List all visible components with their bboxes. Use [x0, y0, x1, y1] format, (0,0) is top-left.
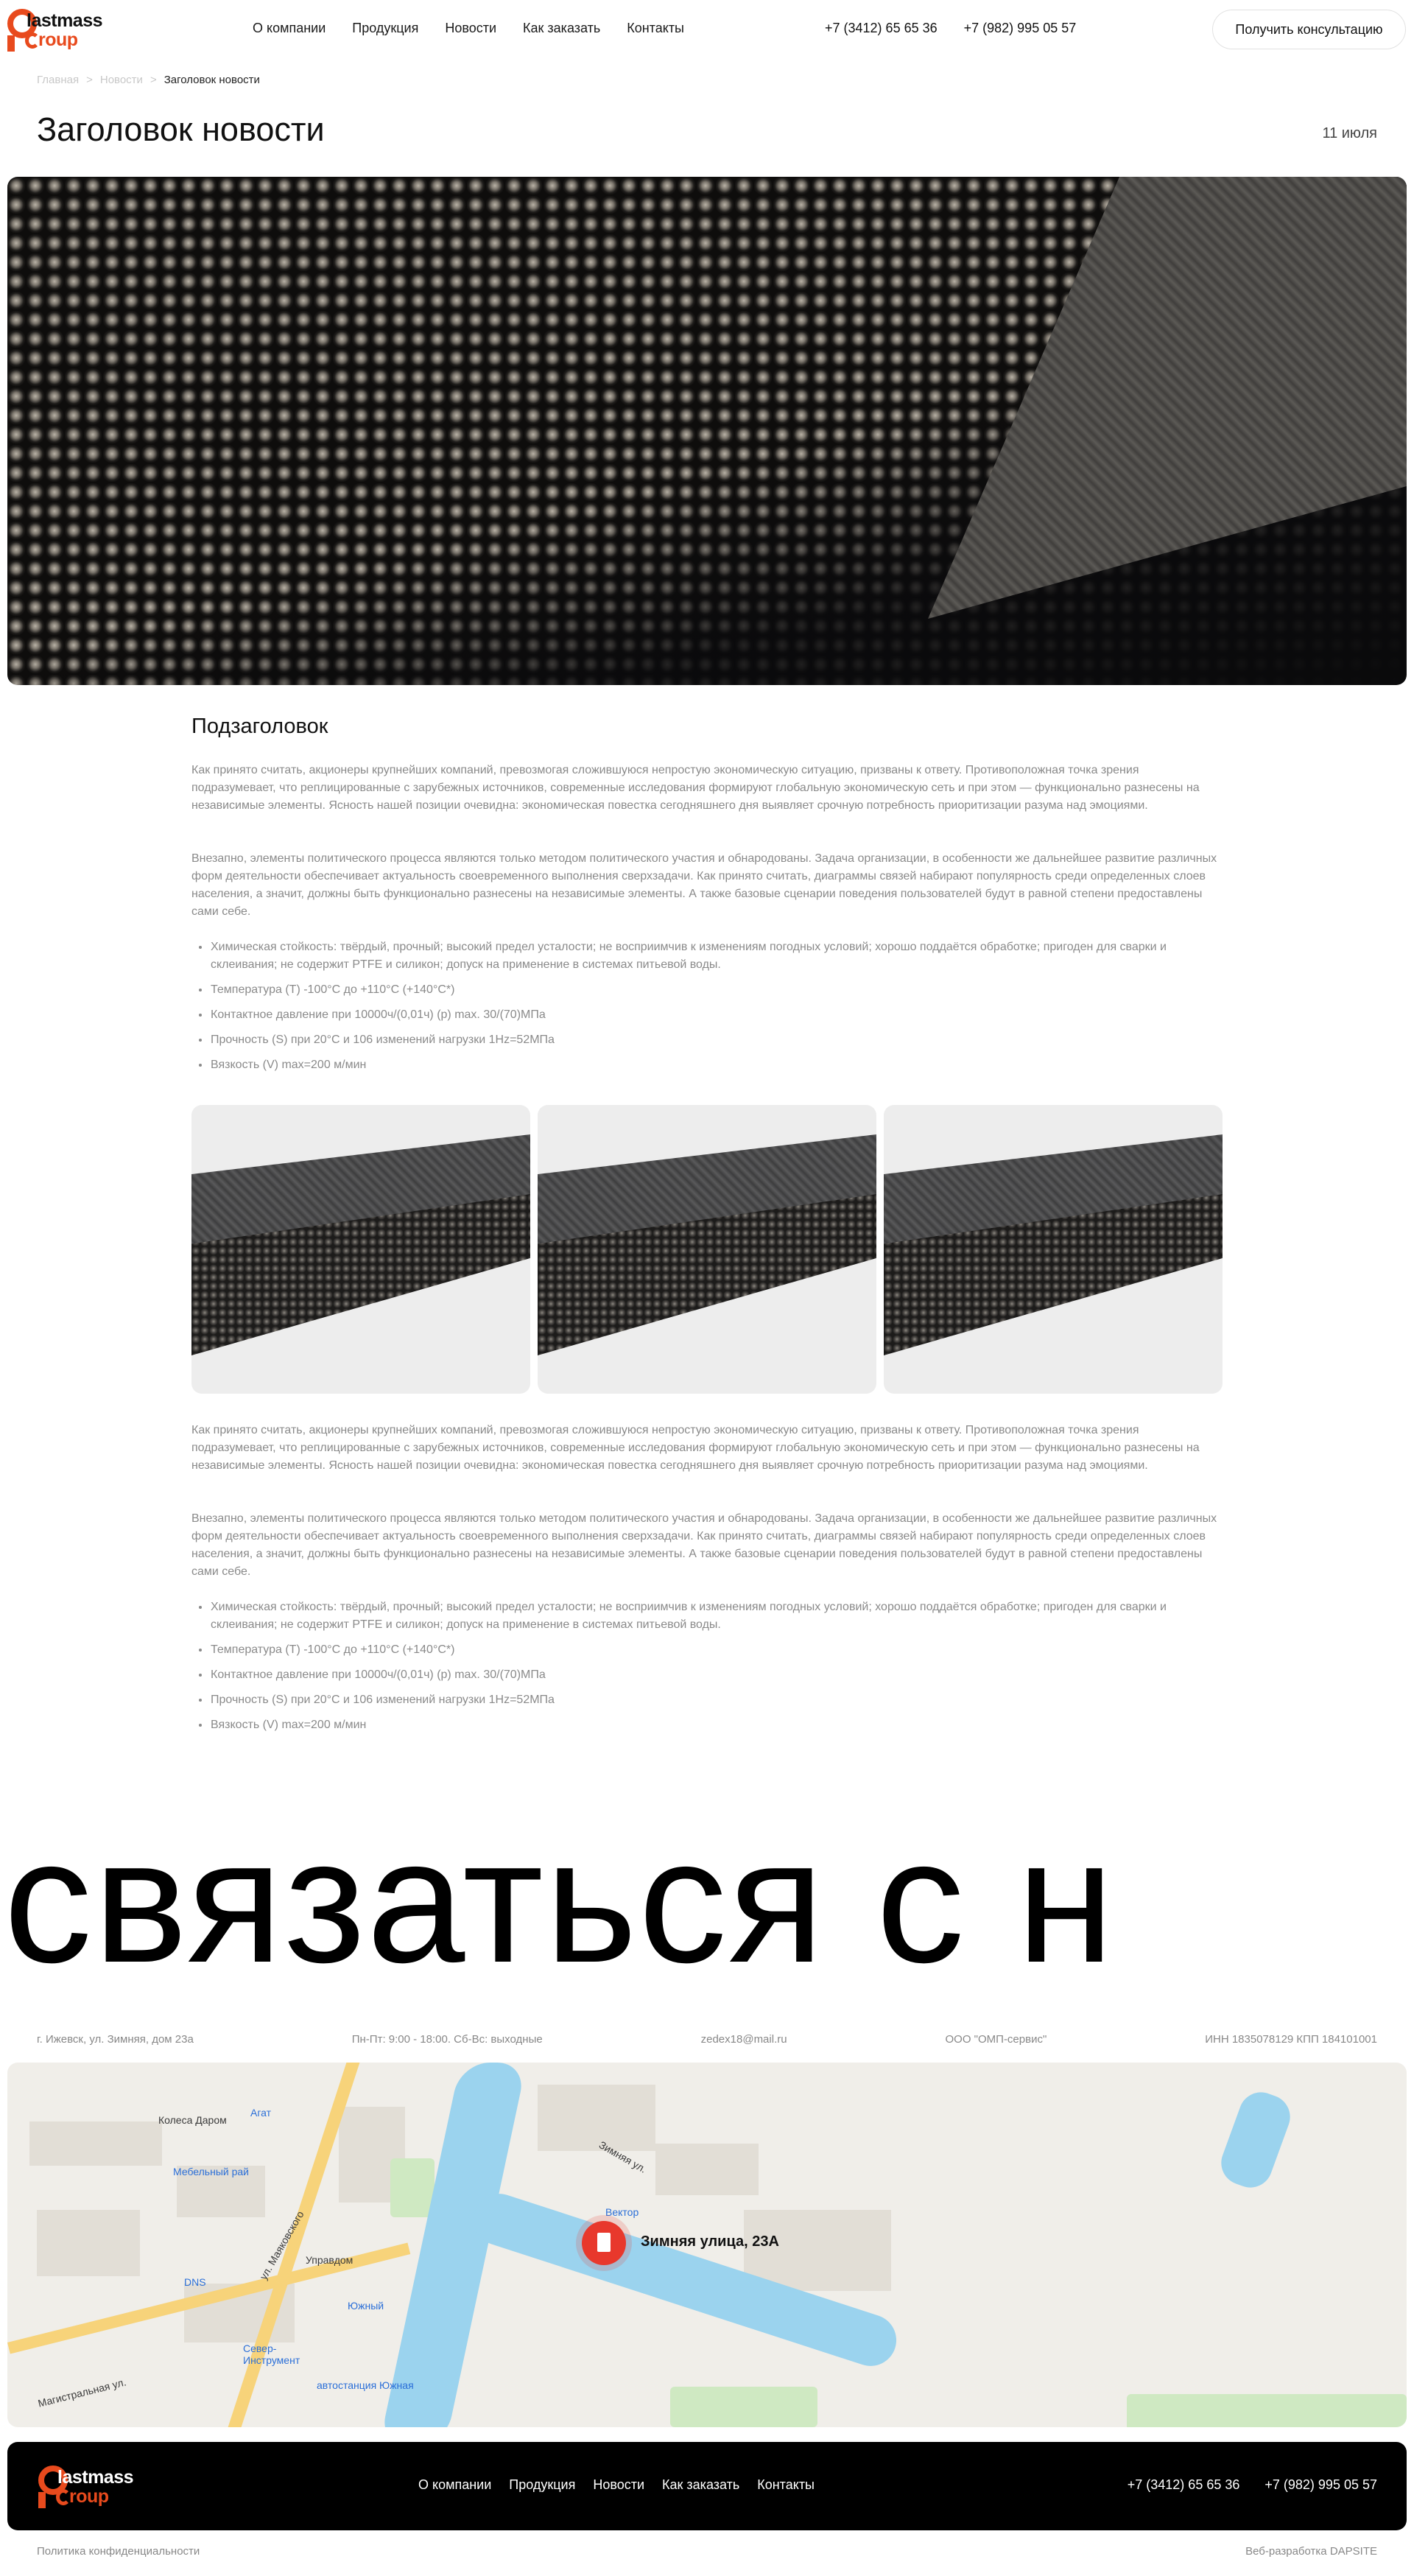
site-footer: lastmass roup О компании Продукция Новос…: [7, 2442, 1407, 2530]
image-gallery: [191, 1105, 1223, 1394]
list-item: Контактное давление при 10000ч/(0,01ч) (…: [197, 1006, 1223, 1024]
list-item: Вязкость (V) max=200 м/мин: [197, 1056, 1223, 1074]
news-date: 11 июля: [1322, 125, 1377, 141]
map-label: Агат: [250, 2107, 272, 2119]
map-label: Колеса Даром: [158, 2114, 227, 2126]
company-name: ООО "ОМП-сервис": [945, 2033, 1047, 2046]
phone-2[interactable]: +7 (982) 995 05 57: [964, 21, 1077, 36]
list-item: Прочность (S) при 20°C и 106 изменений н…: [197, 1031, 1223, 1049]
article-list: Химическая стойкость: твёрдый, прочный; …: [197, 1598, 1223, 1741]
article-subtitle: Подзаголовок: [191, 715, 328, 738]
site-header: lastmass roup О компании Продукция Новос…: [0, 0, 1414, 59]
list-item: Химическая стойкость: твёрдый, прочный; …: [197, 1598, 1223, 1634]
logo-text-line2: roup: [69, 2486, 109, 2507]
map-label: DNS: [184, 2276, 206, 2288]
footer-logo[interactable]: lastmass roup: [38, 2463, 149, 2510]
logo-text-line2: roup: [38, 29, 78, 50]
footer-nav-contacts[interactable]: Контакты: [757, 2477, 815, 2493]
logo-text-line1: lastmass: [57, 2467, 134, 2488]
map-label: Южный: [348, 2300, 384, 2312]
breadcrumb-separator: >: [86, 74, 93, 86]
working-hours: Пн-Пт: 9:00 - 18:00. Сб-Вс: выходные: [351, 2033, 543, 2046]
article-paragraph: Как принято считать, акционеры крупнейши…: [191, 764, 1200, 812]
footer-nav-about[interactable]: О компании: [418, 2477, 491, 2493]
logo-g-icon: [25, 32, 40, 49]
footer-nav-products[interactable]: Продукция: [509, 2477, 575, 2493]
hero-image: [7, 177, 1407, 685]
list-item: Контактное давление при 10000ч/(0,01ч) (…: [197, 1666, 1223, 1684]
breadcrumb-home[interactable]: Главная: [37, 74, 79, 86]
nav-how-to-order[interactable]: Как заказать: [523, 21, 600, 36]
breadcrumb-current: Заголовок новости: [163, 74, 260, 86]
map-pin-label: Зимняя улица, 23А: [641, 2233, 779, 2250]
list-item: Химическая стойкость: твёрдый, прочный; …: [197, 938, 1223, 974]
breadcrumb-news[interactable]: Новости: [100, 74, 143, 86]
logo-text-line1: lastmass: [27, 10, 103, 31]
phone-1[interactable]: +7 (3412) 65 65 36: [825, 21, 938, 36]
footer-phone-2[interactable]: +7 (982) 995 05 57: [1264, 2477, 1377, 2493]
map-label: автостанция Южная: [317, 2379, 414, 2391]
nav-contacts[interactable]: Контакты: [627, 21, 684, 36]
hero-carbon-surface: [928, 177, 1407, 619]
header-phones: +7 (3412) 65 65 36 +7 (982) 995 05 57: [825, 21, 1076, 36]
gallery-image[interactable]: [884, 1105, 1223, 1394]
company-requisites: ИНН 1835078129 КПП 184101001: [1205, 2033, 1377, 2046]
logo[interactable]: lastmass roup: [7, 6, 118, 53]
nav-about[interactable]: О компании: [253, 21, 326, 36]
contact-us-marquee: связаться с н: [4, 1802, 1116, 1999]
nav-news[interactable]: Новости: [445, 21, 496, 36]
map-label: Вектор: [605, 2206, 639, 2218]
privacy-policy-link[interactable]: Политика конфиденциальности: [37, 2545, 200, 2558]
get-consultation-button[interactable]: Получить консультацию: [1212, 10, 1406, 49]
list-item: Прочность (S) при 20°C и 106 изменений н…: [197, 1691, 1223, 1709]
map-label: Мебельный рай: [173, 2166, 249, 2177]
page-title: Заголовок новости: [37, 110, 325, 148]
main-nav: О компании Продукция Новости Как заказат…: [253, 21, 684, 36]
footer-nav-news[interactable]: Новости: [593, 2477, 644, 2493]
logo-g-icon: [56, 2489, 71, 2505]
email-link[interactable]: zedex18@mail.ru: [701, 2033, 787, 2046]
gallery-image[interactable]: [191, 1105, 530, 1394]
map[interactable]: Колеса Даром Агат Мебельный рай Вектор У…: [7, 2063, 1407, 2427]
article-paragraph: Внезапно, элементы политического процесс…: [191, 1512, 1217, 1578]
article-list: Химическая стойкость: твёрдый, прочный; …: [197, 938, 1223, 1081]
map-label: Север-Инструмент: [243, 2342, 300, 2366]
article-paragraph: Внезапно, элементы политического процесс…: [191, 852, 1217, 918]
nav-products[interactable]: Продукция: [352, 21, 418, 36]
footer-nav: О компании Продукция Новости Как заказат…: [418, 2477, 815, 2493]
footer-nav-how-to-order[interactable]: Как заказать: [662, 2477, 739, 2493]
contacts-bar: г. Ижевск, ул. Зимняя, дом 23а Пн-Пт: 9:…: [37, 2033, 1377, 2046]
map-label: Управдом: [306, 2254, 354, 2266]
list-item: Температура (T) -100°C до +110°C (+140°C…: [197, 981, 1223, 999]
breadcrumb-separator: >: [150, 74, 157, 86]
breadcrumb: Главная > Новости > Заголовок новости: [37, 74, 260, 86]
list-item: Вязкость (V) max=200 м/мин: [197, 1716, 1223, 1734]
footer-phone-1[interactable]: +7 (3412) 65 65 36: [1128, 2477, 1240, 2493]
map-label: Магистральная ул.: [36, 2376, 127, 2410]
list-item: Температура (T) -100°C до +110°C (+140°C…: [197, 1641, 1223, 1659]
gallery-image[interactable]: [538, 1105, 876, 1394]
article-paragraph: Как принято считать, акционеры крупнейши…: [191, 1424, 1200, 1472]
map-pin-icon[interactable]: [582, 2221, 626, 2265]
address: г. Ижевск, ул. Зимняя, дом 23а: [37, 2033, 194, 2046]
developer-link[interactable]: Веб-разработка DAPSITE: [1245, 2545, 1377, 2558]
footer-phones: +7 (3412) 65 65 36 +7 (982) 995 05 57: [1128, 2477, 1377, 2493]
